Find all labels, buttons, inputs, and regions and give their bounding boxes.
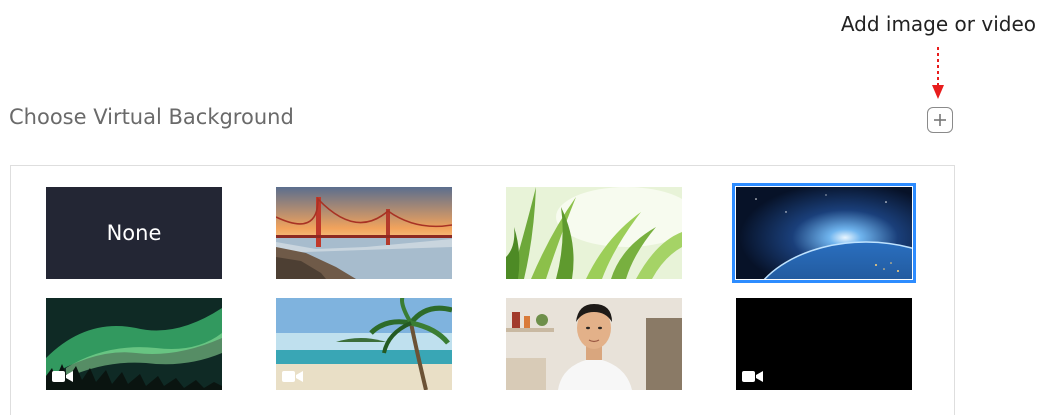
background-person-in-room[interactable]: [506, 298, 682, 390]
choose-virtual-background-title: Choose Virtual Background: [9, 105, 294, 129]
video-camera-icon: [742, 371, 763, 382]
background-grass[interactable]: [506, 187, 682, 279]
red-arrow-annotation: [932, 47, 944, 99]
add-background-button[interactable]: [927, 107, 953, 133]
background-thumbnails-panel: None: [10, 165, 955, 415]
background-golden-gate-bridge[interactable]: [276, 187, 452, 279]
person-in-room-image: [506, 298, 682, 390]
video-camera-icon: [282, 371, 303, 382]
earth-from-space-image: [736, 187, 912, 279]
background-aurora-video[interactable]: [46, 298, 222, 390]
background-black-video[interactable]: [736, 298, 912, 390]
none-label: None: [106, 221, 162, 245]
plus-icon: [934, 114, 946, 126]
background-none[interactable]: None: [46, 187, 222, 279]
add-image-or-video-annotation: Add image or video: [840, 12, 1036, 36]
golden-gate-bridge-image: [276, 187, 452, 279]
background-beach-video[interactable]: [276, 298, 452, 390]
grass-image: [506, 187, 682, 279]
video-camera-icon: [52, 371, 73, 382]
background-earth-from-space[interactable]: [732, 183, 916, 283]
